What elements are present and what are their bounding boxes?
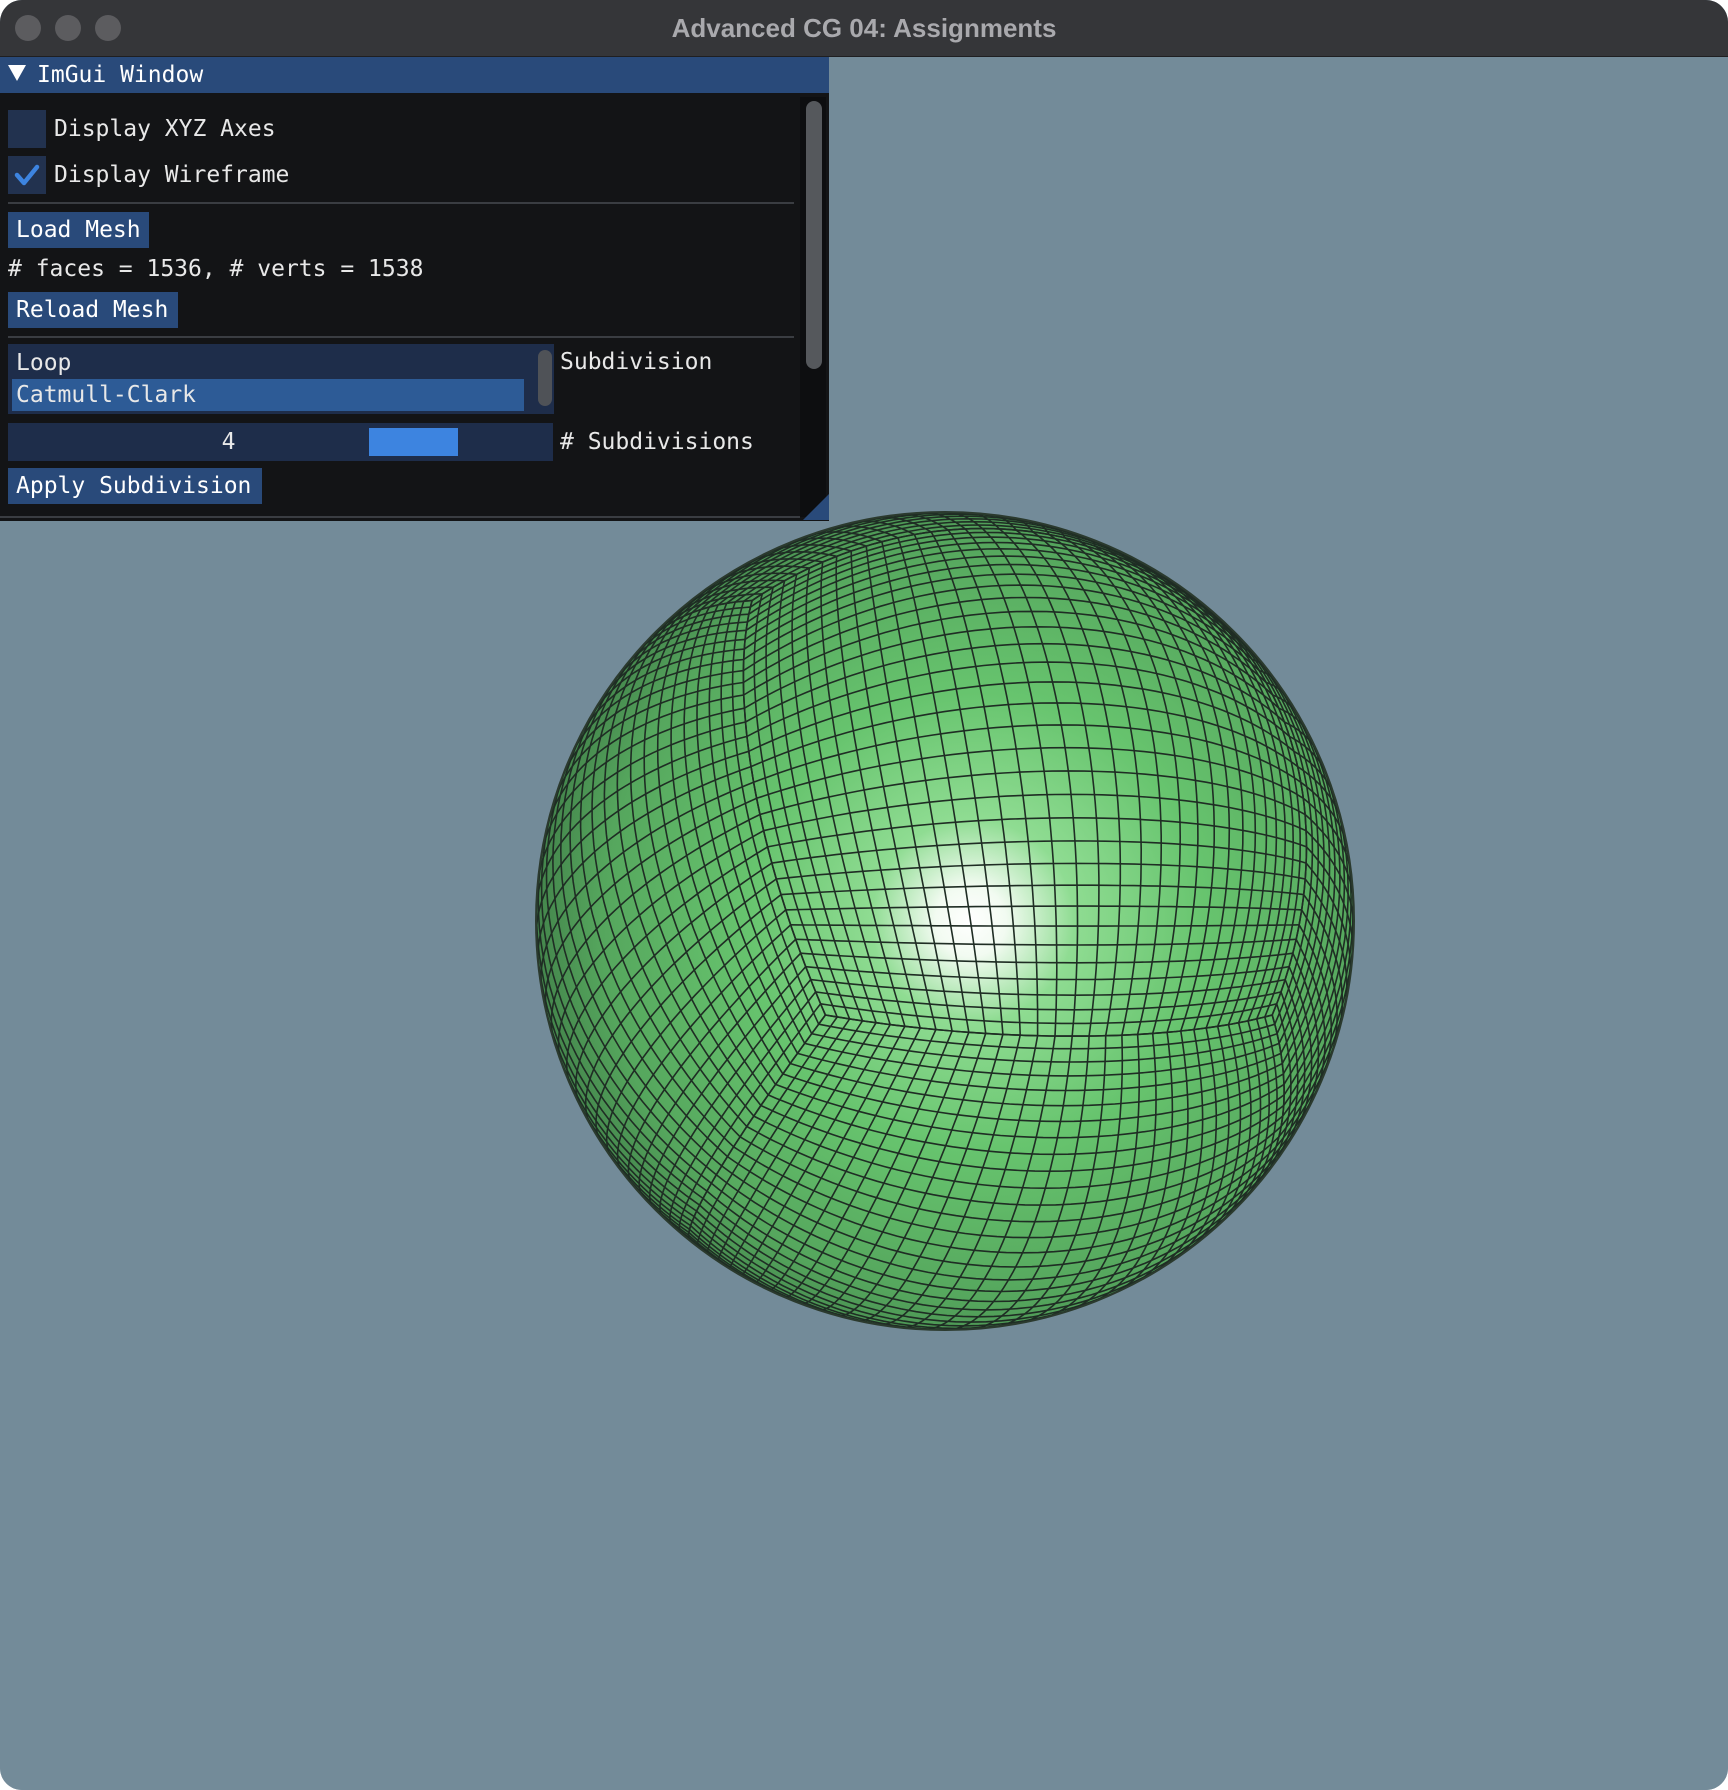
mesh-info-text: # faces = 1536, # verts = 1538 xyxy=(8,256,424,282)
slider-value: 4 xyxy=(221,429,236,455)
separator xyxy=(8,202,794,204)
load-mesh-button[interactable]: Load Mesh xyxy=(8,212,149,248)
apply-subdivision-button[interactable]: Apply Subdivision xyxy=(8,468,262,504)
subdivisions-slider[interactable]: 4 xyxy=(8,423,553,461)
list-item-loop[interactable]: Loop xyxy=(12,347,528,379)
display-wireframe-label[interactable]: Display Wireframe xyxy=(54,160,289,190)
subdivisions-label: # Subdivisions xyxy=(560,429,754,455)
display-axes-label[interactable]: Display XYZ Axes xyxy=(54,114,276,144)
list-item-catmull-clark[interactable]: Catmull-Clark xyxy=(12,379,524,411)
separator xyxy=(8,336,794,338)
imgui-scrollbar-grab[interactable] xyxy=(806,101,822,369)
checkmark-icon xyxy=(14,164,40,186)
display-wireframe-checkbox[interactable] xyxy=(8,156,46,194)
separator xyxy=(0,516,800,518)
title-bar[interactable]: Advanced CG 04: Assignments xyxy=(0,0,1728,57)
subdivision-label: Subdivision xyxy=(560,349,713,375)
collapse-arrow-icon[interactable] xyxy=(8,65,26,81)
imgui-window[interactable]: ImGui Window Display XYZ Axes Display Wi… xyxy=(0,57,829,521)
window-title: Advanced CG 04: Assignments xyxy=(671,13,1057,43)
resize-grip-icon[interactable] xyxy=(803,494,829,520)
reload-mesh-button[interactable]: Reload Mesh xyxy=(8,292,178,328)
imgui-title-bar[interactable]: ImGui Window xyxy=(0,57,829,93)
app-window: Advanced CG 04: Assignments ImGui Window… xyxy=(0,0,1728,1790)
listbox-scrollbar[interactable] xyxy=(538,350,552,406)
imgui-title: ImGui Window xyxy=(37,62,204,88)
subdivision-listbox[interactable]: Loop Catmull-Clark xyxy=(8,344,554,414)
display-axes-checkbox[interactable] xyxy=(8,110,46,148)
